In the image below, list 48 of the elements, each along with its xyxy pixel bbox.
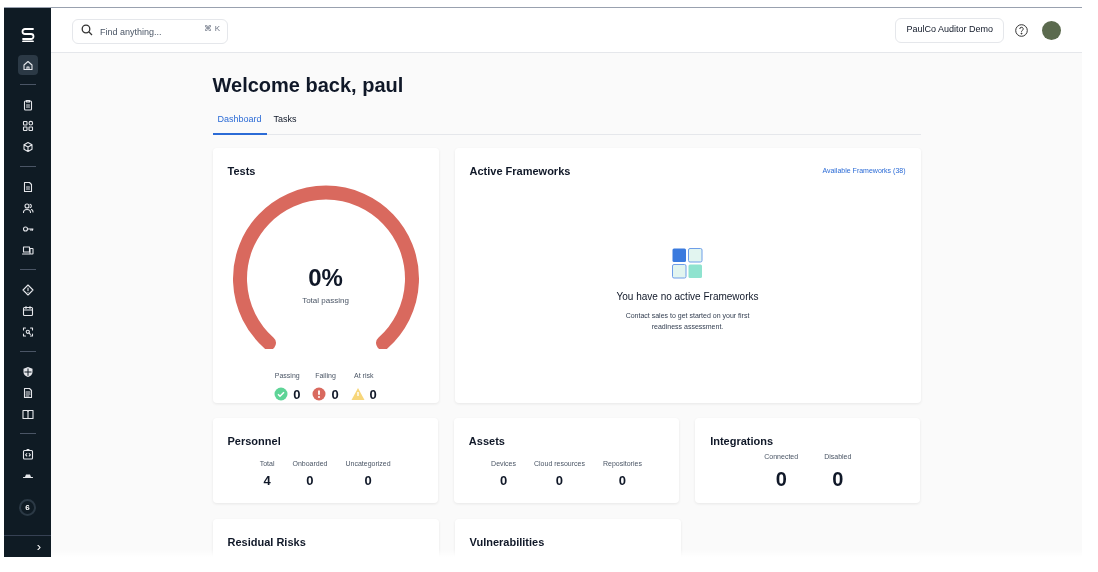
collapse-button[interactable]: › (36, 540, 41, 553)
page-title: Welcome back, paul (212, 73, 405, 98)
stat-value: 0 (369, 385, 377, 404)
stat-value: 0 (306, 473, 314, 487)
users-icon (21, 201, 34, 214)
percent-value: 0% (308, 266, 343, 290)
stat-value: 0 (499, 473, 508, 487)
shortcut-hint: ⌘ K (204, 24, 220, 33)
document-icon (21, 180, 34, 193)
stat-value: 0 (555, 473, 564, 487)
card-title: Assets (468, 433, 506, 449)
organization-button[interactable]: PaulCo Auditor Demo (895, 17, 1004, 43)
notification-badge[interactable]: 6 (19, 499, 36, 516)
stat-value: 4 (263, 473, 271, 487)
card-title: Active Frameworks (469, 163, 571, 179)
grid-icon (21, 119, 34, 132)
tab[interactable]: Dashboard (212, 113, 267, 135)
nav-item[interactable] (17, 54, 38, 75)
clipboard-icon (21, 98, 34, 111)
file-icon (21, 386, 34, 399)
code-icon (21, 447, 34, 460)
stat-value: 0 (364, 473, 372, 487)
calendar-icon (21, 304, 34, 317)
stat-value: 0 (775, 468, 787, 489)
diamond-icon (21, 283, 34, 296)
stat-value: 0 (832, 468, 844, 489)
gauge-caption: Total passing (302, 295, 349, 307)
search-icon (81, 23, 93, 36)
card-title: Vulnerabilities (469, 534, 546, 550)
help-icon[interactable] (1015, 23, 1028, 37)
card-title: Tests (227, 163, 256, 179)
frameworks-icon (672, 248, 703, 279)
stat-value: 0 (293, 385, 301, 404)
scan-icon (21, 325, 34, 338)
avatar[interactable] (1042, 20, 1061, 40)
card-title: Personnel (227, 433, 282, 449)
logo-icon[interactable] (19, 26, 36, 42)
card-title: Residual Risks (227, 534, 307, 550)
stat-value: 0 (331, 385, 339, 404)
shield-icon (21, 365, 34, 378)
stat-value: 0 (618, 473, 627, 487)
empty-state-title: You have no active Frameworks (615, 290, 760, 304)
devices-icon (21, 243, 34, 256)
tab[interactable]: Tasks (268, 113, 302, 135)
card-title: Integrations (710, 433, 775, 449)
home-icon (21, 58, 34, 71)
cube-icon (21, 140, 34, 153)
book-icon (21, 407, 34, 420)
